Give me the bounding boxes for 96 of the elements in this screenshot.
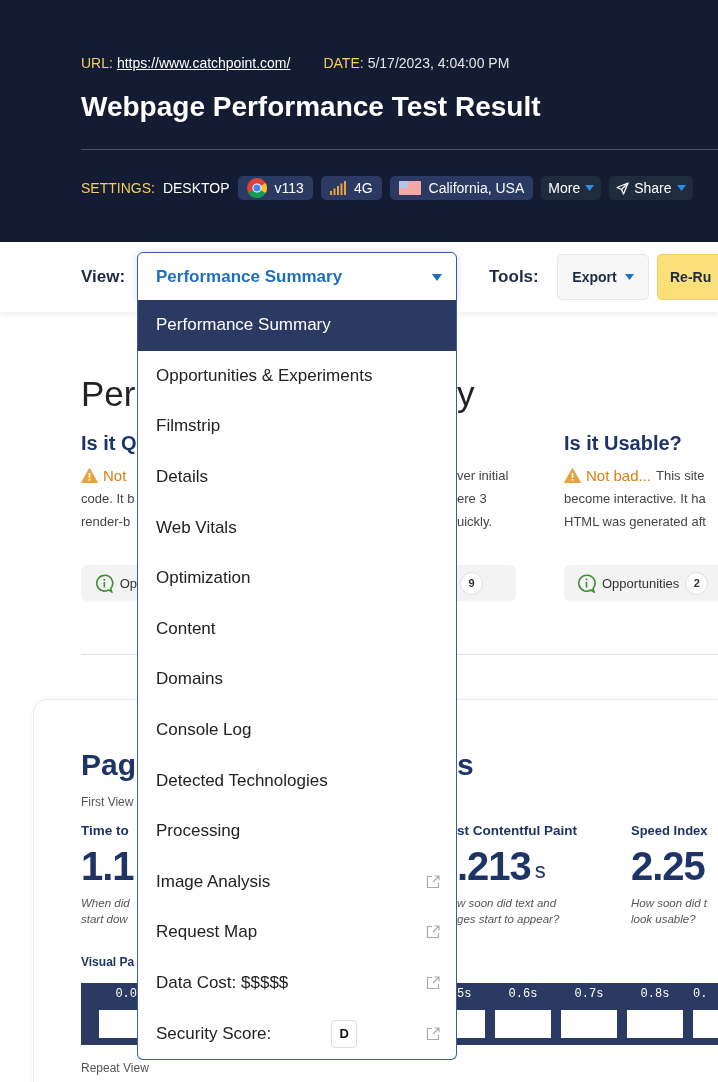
metric-value: 2.25 — [631, 843, 705, 889]
frame-thumbnail — [627, 1010, 683, 1038]
section-heading-fragment: s — [457, 748, 475, 782]
caret-icon — [585, 185, 595, 191]
settings-chip[interactable]: More — [541, 176, 602, 200]
view-option[interactable]: Console Log — [138, 704, 456, 756]
view-select[interactable]: Performance Summary — [137, 252, 457, 302]
metric-title: st Contentful Paint — [457, 823, 578, 840]
opportunities-pill[interactable]: 9 — [457, 565, 516, 601]
section-heading-fragment: y — [457, 374, 476, 414]
question-heading: Is it Q — [81, 431, 137, 455]
body-text-fragment: code. It b — [81, 490, 136, 508]
toolbar-button[interactable]: Re-Ru — [657, 254, 718, 300]
frame-time: 0.8s — [640, 987, 670, 1003]
caret-icon — [624, 274, 634, 280]
body-text-fragment: HTML was generated aft — [564, 513, 707, 531]
visual-progress-label: Visual Pa — [81, 955, 135, 969]
frame-time: 0. — [693, 987, 708, 1003]
view-option[interactable]: Request Map — [138, 907, 456, 958]
view-option[interactable]: Image Analysis — [138, 856, 456, 908]
metric-title: Speed Index — [631, 823, 708, 840]
body-text-fragment: This site — [656, 468, 705, 483]
caret-icon — [432, 273, 442, 281]
settings-chip[interactable]: v113 — [237, 176, 313, 200]
count-badge: 9 — [460, 571, 483, 595]
view-option[interactable]: Detected Technologies — [138, 755, 456, 806]
external-link-icon — [426, 925, 440, 940]
view-option[interactable]: Opportunities & Experiments — [138, 350, 456, 402]
send-icon — [616, 181, 630, 195]
body-text-fragment: ere 3 — [457, 490, 488, 508]
external-link-icon — [426, 1026, 440, 1041]
frame-time: 0.7s — [574, 987, 604, 1003]
settings-chip[interactable]: California, USA — [389, 176, 534, 200]
grade-badge: D — [331, 1019, 358, 1048]
frame-time: 0.0 — [115, 987, 137, 1003]
frame-time: 5s — [457, 987, 472, 1003]
settings-label: SETTINGS: — [81, 180, 155, 196]
body-text-fragment: ver initial — [457, 467, 510, 485]
browser-icon — [246, 178, 267, 198]
metric-description-fragment: look usable? — [631, 912, 696, 927]
section-heading-fragment: Per — [81, 374, 137, 414]
metric-description-fragment: When did — [81, 896, 130, 911]
url-label: URL: — [81, 55, 113, 71]
count-badge: 2 — [685, 571, 709, 595]
metric-unit: s — [534, 857, 547, 885]
view-option[interactable]: Domains — [138, 654, 456, 705]
metric-description-fragment: w soon did text and — [457, 896, 558, 911]
view-option[interactable]: Data Cost: $$$$$ — [138, 957, 456, 1009]
view-label: First View — [81, 795, 134, 809]
frame-time: 0.6s — [508, 987, 538, 1003]
body-text-fragment: uickly. — [457, 513, 494, 531]
status-text: Not bad... — [586, 467, 652, 484]
metric-description-fragment: How soon did t — [631, 896, 708, 911]
view-option[interactable]: Processing — [138, 805, 456, 857]
frame-thumbnail — [693, 1010, 718, 1038]
device-text: DESKTOP — [162, 180, 230, 196]
tools-label: Tools: — [489, 267, 540, 287]
section-heading-fragment: Pag — [81, 748, 137, 782]
metric-value: .213 — [457, 843, 531, 889]
body-text-fragment: become interactive. It ha — [564, 490, 707, 508]
caret-icon — [676, 185, 686, 191]
repeat-view-label: Repeat View — [81, 1061, 149, 1075]
info-icon — [95, 573, 114, 593]
metric-value: 1.1 — [81, 843, 134, 889]
view-option[interactable]: Details — [138, 451, 456, 503]
signal-bars-icon — [329, 181, 346, 195]
view-option[interactable]: Performance Summary — [138, 300, 456, 351]
status-text: Not — [103, 467, 127, 484]
question-heading: Is it Usable? — [564, 431, 683, 455]
external-link-icon — [426, 874, 440, 889]
settings-chip[interactable]: Share — [609, 176, 693, 200]
url-link[interactable]: https://www.catchpoint.com/ — [116, 55, 291, 71]
toolbar-button[interactable]: Export — [557, 254, 649, 300]
external-link-icon — [426, 976, 440, 990]
warning-icon — [81, 468, 98, 483]
view-option[interactable]: Optimization — [138, 552, 456, 604]
view-option[interactable]: Security Score: D — [138, 1008, 456, 1059]
view-option[interactable]: Filmstrip — [138, 401, 456, 452]
warning-icon — [564, 468, 581, 483]
info-icon — [577, 573, 596, 593]
date-label: DATE: — [323, 55, 364, 71]
frame-thumbnail — [495, 1010, 551, 1038]
view-option[interactable]: Web Vitals — [138, 502, 456, 553]
opportunities-pill[interactable]: Opportunities 2 — [564, 565, 718, 601]
metric-title: Time to — [81, 823, 129, 840]
view-label: View: — [81, 267, 127, 287]
frame-thumbnail — [561, 1010, 617, 1038]
metric-description-fragment: start dow — [81, 912, 128, 927]
metric-description-fragment: ges start to appear? — [457, 912, 561, 927]
opportunities-pill[interactable]: Op — [81, 565, 137, 601]
flag-icon — [398, 181, 421, 195]
date-text: 5/17/2023, 4:04:00 PM — [367, 55, 510, 71]
body-text-fragment: render-b — [81, 513, 132, 531]
settings-chip[interactable]: 4G — [320, 176, 382, 200]
view-option[interactable]: Content — [138, 603, 456, 655]
page-title: Webpage Performance Test Result — [81, 90, 542, 124]
